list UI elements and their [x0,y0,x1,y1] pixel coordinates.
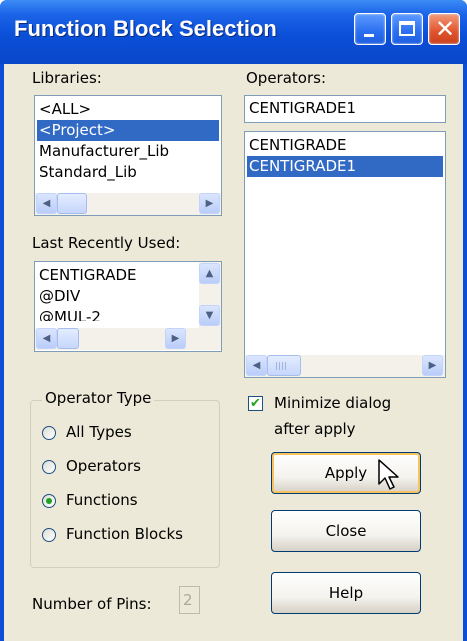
recent-listbox[interactable]: CENTIGRADE @DIV @MUL-2 ▲ ▼ ◀ ▶ [34,261,222,352]
scroll-thumb[interactable] [57,193,87,214]
libraries-label: Libraries: [32,69,102,87]
radio-function-blocks[interactable] [42,528,56,542]
list-item[interactable]: @MUL-2 [37,307,219,321]
radio-operators[interactable] [42,460,56,474]
arrow-left-icon[interactable]: ◀ [36,328,57,349]
operators-label: Operators: [246,69,327,87]
libraries-hscrollbar[interactable]: ◀ ▶ [35,193,221,215]
arrow-down-icon[interactable]: ▼ [199,305,220,326]
minimize-icon [364,34,374,37]
radio-label[interactable]: Functions [66,491,138,509]
list-item[interactable]: CENTIGRADE [37,265,219,286]
recent-hscrollbar[interactable]: ◀ ▶ [35,328,221,350]
window-title: Function Block Selection [14,16,277,41]
pins-label: Number of Pins: [32,595,152,613]
grip-icon [276,362,286,370]
title-bar[interactable]: Function Block Selection ✕ [0,0,467,64]
mouse-pointer-icon [378,459,399,490]
operator-type-legend: Operator Type [42,389,155,407]
radio-label[interactable]: All Types [66,423,132,441]
minimize-label-line1[interactable]: Minimize dialog [274,394,391,412]
arrow-right-icon[interactable]: ▶ [165,328,186,349]
radio-functions[interactable] [42,494,56,508]
maximize-button[interactable] [391,13,423,45]
scroll-thumb[interactable] [267,355,301,376]
minimize-label-line2[interactable]: after apply [274,420,356,438]
help-button[interactable]: Help [271,572,421,614]
close-icon: ✕ [434,15,456,43]
minimize-checkbox[interactable]: ✔ [248,396,263,411]
list-item[interactable]: Standard_Lib [37,162,219,183]
close-button[interactable]: Close [271,510,421,552]
list-item[interactable]: @DIV [37,286,219,307]
operators-hscrollbar[interactable]: ◀ ▶ [245,355,445,377]
recent-vscrollbar[interactable]: ▲ ▼ [199,262,221,328]
radio-label[interactable]: Operators [66,457,141,475]
list-item[interactable]: CENTIGRADE [247,135,443,156]
list-item[interactable]: CENTIGRADE1 [247,156,443,177]
minimize-button[interactable] [354,13,386,45]
scroll-thumb[interactable] [57,328,79,349]
list-item[interactable]: <ALL> [37,99,219,120]
operator-name-input[interactable]: CENTIGRADE1 [244,95,446,123]
list-item[interactable]: Manufacturer_Lib [37,141,219,162]
dialog-window: Function Block Selection ✕ Libraries: <A… [0,0,467,641]
radio-label[interactable]: Function Blocks [66,525,183,543]
close-window-button[interactable]: ✕ [428,13,460,45]
operators-listbox[interactable]: CENTIGRADE CENTIGRADE1 ◀ ▶ [244,131,446,378]
arrow-left-icon[interactable]: ◀ [36,193,57,214]
arrow-up-icon[interactable]: ▲ [199,263,220,284]
maximize-icon [399,21,415,36]
dialog-client-area: Libraries: <ALL> <Project> Manufacturer_… [4,64,463,641]
recent-label: Last Recently Used: [32,234,181,252]
radio-selected-dot [46,498,52,504]
radio-all-types[interactable] [42,426,56,440]
list-item[interactable]: <Project> [37,120,219,141]
arrow-left-icon[interactable]: ◀ [246,355,267,376]
arrow-right-icon[interactable]: ▶ [199,193,220,214]
pins-input: 2 [179,586,200,614]
arrow-right-icon[interactable]: ▶ [422,355,443,376]
libraries-listbox[interactable]: <ALL> <Project> Manufacturer_Lib Standar… [34,95,222,216]
